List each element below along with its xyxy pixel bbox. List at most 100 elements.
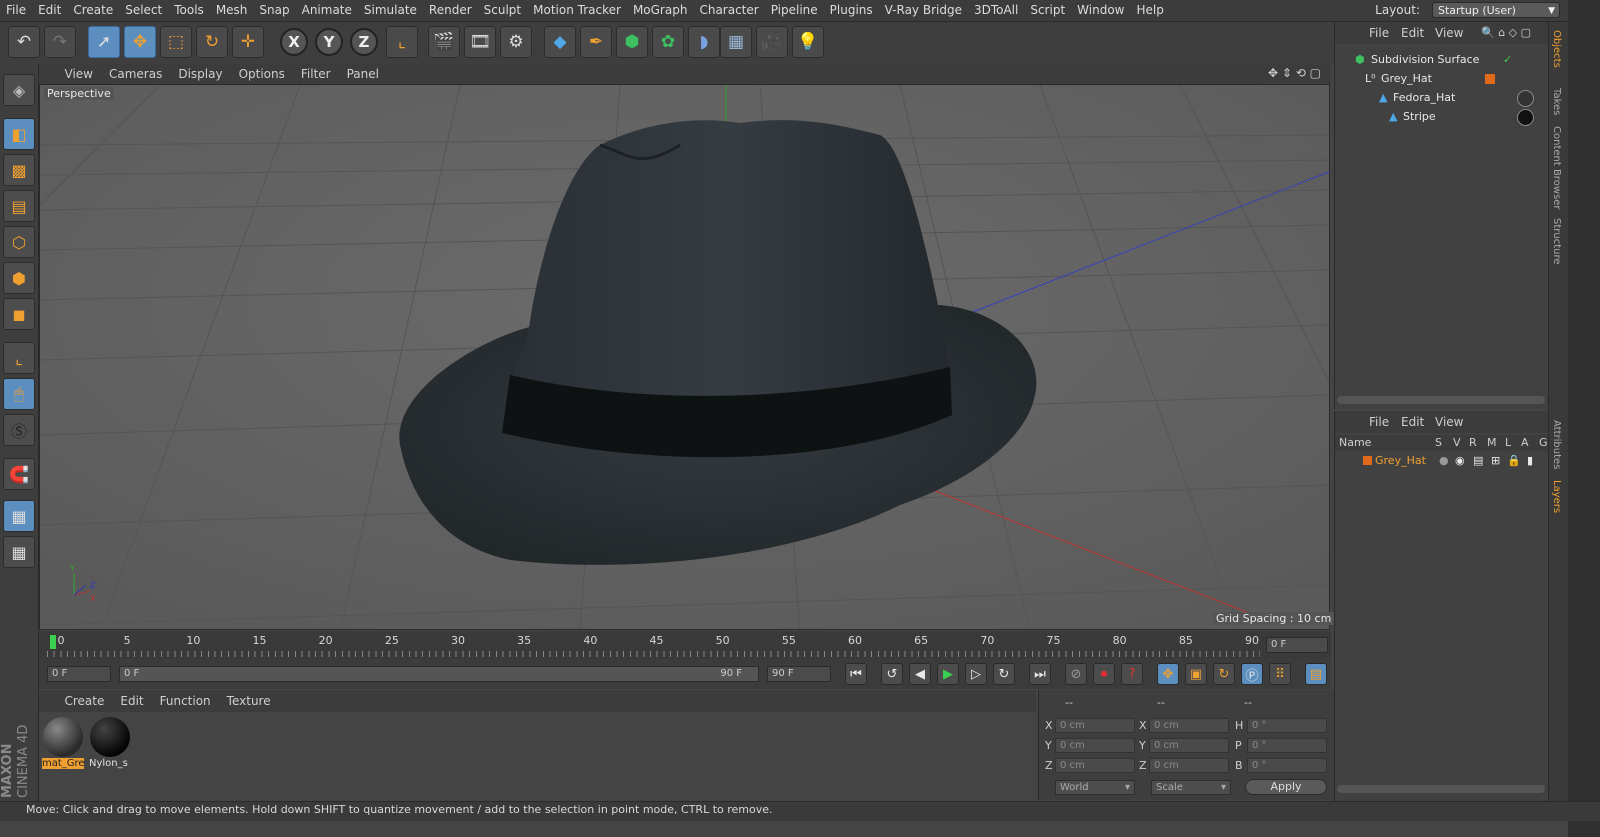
texture-mode-icon[interactable]: ▩	[3, 154, 35, 186]
menu-help[interactable]: Help	[1130, 0, 1169, 21]
magnet-icon[interactable]: 🧲	[3, 458, 35, 490]
size-z-field[interactable]: 0 cm	[1149, 758, 1229, 773]
render-settings-icon[interactable]: ⚙	[500, 26, 532, 58]
material-item[interactable]: Nylon_s	[89, 716, 131, 772]
menu-tools[interactable]: Tools	[168, 0, 210, 21]
polygons-mode-icon[interactable]: ◼	[3, 298, 35, 330]
object-manager-scrollbar[interactable]	[1337, 396, 1545, 404]
menu-mograph[interactable]: MoGraph	[627, 0, 694, 21]
render-clapper-icon[interactable]: ▤	[1473, 451, 1483, 470]
object-menu-edit[interactable]: Edit	[1401, 22, 1424, 44]
tab-attributes[interactable]: Attributes	[1551, 420, 1562, 469]
autokey-icon[interactable]: ?	[1121, 663, 1143, 685]
object-manager-tool-icons[interactable]: 🔍 ⌂ ◇ ▢	[1481, 22, 1531, 44]
start-frame-field[interactable]: 0 F	[47, 666, 111, 682]
menu-3dtoall[interactable]: 3DToAll	[968, 0, 1024, 21]
menu-plugins[interactable]: Plugins	[824, 0, 879, 21]
tweak-mode-icon[interactable]: 🖱	[3, 378, 35, 410]
end-frame-field[interactable]: 90 F	[767, 666, 831, 682]
menu-mesh[interactable]: Mesh	[210, 0, 254, 21]
viewport-nav-icons[interactable]: ✥ ⇕ ⟲ ▢	[1268, 66, 1321, 80]
key-param-icon[interactable]: Ⓟ	[1241, 663, 1263, 685]
size-y-field[interactable]: 0 cm	[1149, 738, 1229, 753]
menu-character[interactable]: Character	[693, 0, 764, 21]
play-icon[interactable]: ▶	[937, 663, 959, 685]
next-key-icon[interactable]: ↻	[993, 663, 1015, 685]
timeline-window-icon[interactable]: ▤	[1305, 663, 1327, 685]
lock-icon[interactable]: 🔒	[1507, 451, 1521, 470]
workplane-mode-icon[interactable]: ▤	[3, 190, 35, 222]
menu-snap[interactable]: Snap	[253, 0, 295, 21]
menu-script[interactable]: Script	[1024, 0, 1071, 21]
redo-icon[interactable]: ↷	[44, 26, 76, 58]
cube-primitive-icon[interactable]: ◆	[544, 26, 576, 58]
rot-p-field[interactable]: 0 °	[1247, 738, 1327, 753]
tab-structure[interactable]: Structure	[1551, 218, 1562, 265]
scale-icon[interactable]: ⬚	[160, 26, 192, 58]
x-axis-lock-icon[interactable]: X	[280, 28, 308, 56]
layer-row[interactable]: Grey_Hat ● ◉ ▤ ⊞ 🔒 ▮	[1335, 451, 1548, 470]
key-scale-icon[interactable]: ▣	[1185, 663, 1207, 685]
menu-motion-tracker[interactable]: Motion Tracker	[527, 0, 627, 21]
viewport-menu-display[interactable]: Display	[170, 64, 230, 84]
manager-icon[interactable]: ⊞	[1491, 451, 1500, 470]
goto-end-icon[interactable]: ⏭	[1029, 663, 1051, 685]
pen-spline-icon[interactable]: ✒	[580, 26, 612, 58]
make-editable-icon[interactable]: ◈	[3, 74, 35, 106]
menu-select[interactable]: Select	[119, 0, 168, 21]
solo-dot-icon[interactable]: ●	[1439, 451, 1449, 470]
planar-workplane-icon[interactable]: ▦	[3, 536, 35, 568]
layer-color-swatch[interactable]	[1485, 74, 1495, 84]
current-frame-field[interactable]: 0 F	[1266, 637, 1328, 653]
model-mode-icon[interactable]: ◧	[3, 118, 35, 150]
playhead-marker[interactable]	[50, 635, 56, 649]
viewport-menu-filter[interactable]: Filter	[293, 64, 339, 84]
layer-menu-view[interactable]: View	[1435, 411, 1463, 433]
key-position-icon[interactable]: ✥	[1157, 663, 1179, 685]
layer-color-swatch[interactable]	[1363, 456, 1372, 465]
layout-dropdown[interactable]: Startup (User) ▼	[1432, 2, 1560, 18]
light-icon[interactable]: 💡	[792, 26, 824, 58]
frame-range-slider[interactable]: 0 F 90 F	[119, 666, 759, 682]
viewport-menu-options[interactable]: Options	[231, 64, 293, 84]
goto-start-icon[interactable]: ⏮	[845, 663, 867, 685]
animation-icon[interactable]: ▮	[1527, 451, 1533, 470]
render-view-icon[interactable]: 🎬	[428, 26, 460, 58]
tab-content-browser[interactable]: Content Browser	[1551, 126, 1562, 209]
pos-x-field[interactable]: 0 cm	[1055, 718, 1135, 733]
object-menu-view[interactable]: View	[1435, 22, 1463, 44]
rot-b-field[interactable]: 0 °	[1247, 758, 1327, 773]
keyframe-icon[interactable]: ⊘	[1065, 663, 1087, 685]
menu-window[interactable]: Window	[1071, 0, 1130, 21]
viewport-menu-panel[interactable]: Panel	[339, 64, 387, 84]
workplane-lock-icon[interactable]: ▦	[3, 500, 35, 532]
menu-render[interactable]: Render	[423, 0, 478, 21]
pos-z-field[interactable]: 0 cm	[1055, 758, 1135, 773]
key-pla-icon[interactable]: ⠿	[1269, 663, 1291, 685]
next-frame-icon[interactable]: ▷	[965, 663, 987, 685]
tab-objects[interactable]: Objects	[1551, 30, 1562, 68]
y-axis-lock-icon[interactable]: Y	[315, 28, 343, 56]
coordinate-space-dropdown[interactable]: World ▾	[1055, 780, 1135, 795]
pos-y-field[interactable]: 0 cm	[1055, 738, 1135, 753]
viewport-menu-cameras[interactable]: Cameras	[101, 64, 170, 84]
apply-button[interactable]: Apply	[1245, 779, 1327, 795]
3d-viewport[interactable]: Y Z X	[39, 84, 1330, 630]
tab-layers[interactable]: Layers	[1551, 480, 1562, 513]
size-x-field[interactable]: 0 cm	[1149, 718, 1229, 733]
material-menu-edit[interactable]: Edit	[112, 690, 151, 712]
record-icon[interactable]: ⏺	[1093, 663, 1115, 685]
menu-edit[interactable]: Edit	[32, 0, 67, 21]
move-icon[interactable]: ✥	[124, 26, 156, 58]
visibility-eye-icon[interactable]: ◉	[1455, 451, 1465, 470]
layer-menu-edit[interactable]: Edit	[1401, 411, 1424, 433]
menu-sculpt[interactable]: Sculpt	[478, 0, 527, 21]
object-row[interactable]: ▲ Fedora_Hat	[1335, 88, 1548, 107]
material-menu-create[interactable]: Create	[57, 690, 113, 712]
edges-mode-icon[interactable]: ⬢	[3, 262, 35, 294]
object-row[interactable]: ▲ Stripe	[1335, 107, 1548, 126]
key-rotation-icon[interactable]: ↻	[1213, 663, 1235, 685]
select-pointer-icon[interactable]: ➚	[88, 26, 120, 58]
object-menu-file[interactable]: File	[1369, 22, 1389, 44]
axis-mode-icon[interactable]: ⌞	[3, 342, 35, 374]
